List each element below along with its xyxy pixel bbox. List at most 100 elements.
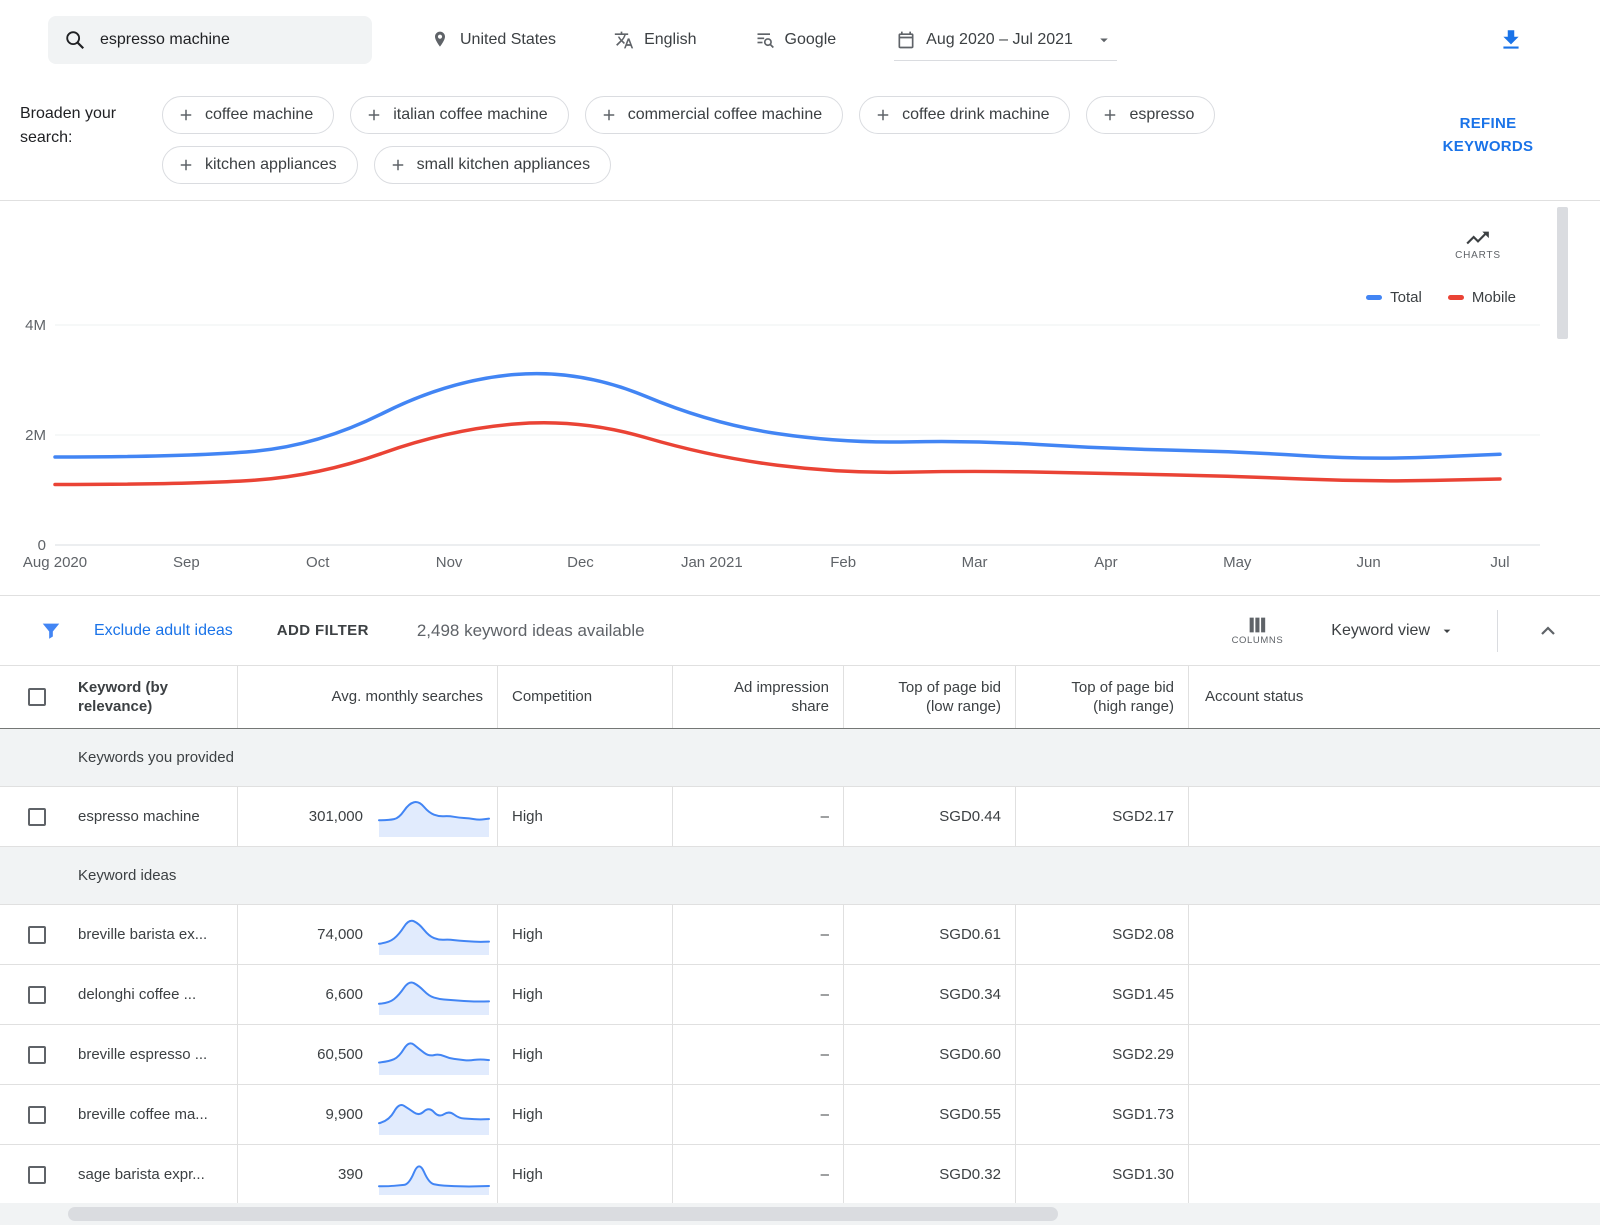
location-label: United States bbox=[460, 31, 556, 49]
table-row[interactable]: sage barista expr...390High–SGD0.32SGD1.… bbox=[0, 1145, 1600, 1205]
table-body: Keywords you providedespresso machine301… bbox=[0, 729, 1600, 1205]
ad-impression-share-cell: – bbox=[672, 1085, 843, 1144]
row-checkbox[interactable] bbox=[28, 1046, 46, 1064]
download-button[interactable] bbox=[1498, 27, 1524, 53]
calendar-icon bbox=[896, 30, 916, 50]
table-row[interactable]: breville coffee ma...9,900High–SGD0.55SG… bbox=[0, 1085, 1600, 1145]
collapse-chevron-button[interactable] bbox=[1536, 619, 1560, 643]
table-row[interactable]: breville barista ex...74,000High–SGD0.61… bbox=[0, 905, 1600, 965]
columns-icon bbox=[1247, 616, 1267, 634]
language-selector[interactable]: English bbox=[614, 30, 696, 50]
avg-searches-cell: 9,900 bbox=[237, 1085, 497, 1144]
add-filter-button[interactable]: ADD FILTER bbox=[277, 622, 369, 639]
searches-sparkline bbox=[375, 973, 493, 1017]
bid-high-cell: SGD2.29 bbox=[1015, 1025, 1188, 1084]
dropdown-arrow-icon bbox=[1439, 623, 1455, 639]
broaden-chip[interactable]: espresso bbox=[1086, 96, 1215, 134]
competition-cell: High bbox=[497, 787, 672, 846]
section-header-row: Keyword ideas bbox=[0, 847, 1600, 905]
charts-toggle[interactable]: CHARTS bbox=[1448, 227, 1508, 261]
broaden-chip[interactable]: italian coffee machine bbox=[350, 96, 568, 134]
row-checkbox[interactable] bbox=[28, 986, 46, 1004]
table-header-row: Keyword (by relevance) Avg. monthly sear… bbox=[0, 665, 1600, 729]
location-selector[interactable]: United States bbox=[430, 30, 556, 50]
broaden-chip[interactable]: coffee drink machine bbox=[859, 96, 1070, 134]
account-status-cell bbox=[1188, 1145, 1600, 1204]
columns-button[interactable]: COLUMNS bbox=[1232, 616, 1284, 646]
competition-cell: High bbox=[497, 1025, 672, 1084]
horizontal-scrollbar-track[interactable] bbox=[0, 1203, 1600, 1225]
broaden-chip[interactable]: coffee machine bbox=[162, 96, 334, 134]
filter-funnel-icon[interactable] bbox=[40, 620, 62, 642]
ad-impression-share-cell: – bbox=[672, 905, 843, 964]
col-avg-monthly-searches[interactable]: Avg. monthly searches bbox=[237, 666, 497, 728]
row-checkbox[interactable] bbox=[28, 1106, 46, 1124]
plus-icon bbox=[365, 106, 383, 124]
avg-searches-cell: 390 bbox=[237, 1145, 497, 1204]
col-top-of-page-bid-low[interactable]: Top of page bid (low range) bbox=[843, 666, 1015, 728]
table-row[interactable]: espresso machine301,000High–SGD0.44SGD2.… bbox=[0, 787, 1600, 847]
account-status-cell bbox=[1188, 1085, 1600, 1144]
account-status-cell bbox=[1188, 787, 1600, 846]
search-icon bbox=[64, 29, 86, 51]
bid-high-cell: SGD1.30 bbox=[1015, 1145, 1188, 1204]
network-selector[interactable]: Google bbox=[755, 30, 837, 50]
chip-label: coffee drink machine bbox=[902, 106, 1049, 124]
horizontal-scrollbar-thumb[interactable] bbox=[68, 1207, 1058, 1221]
table-row[interactable]: breville espresso ...60,500High–SGD0.60S… bbox=[0, 1025, 1600, 1085]
svg-text:Feb: Feb bbox=[830, 554, 856, 571]
date-range-selector[interactable]: Aug 2020 – Jul 2021 bbox=[894, 24, 1117, 61]
select-all-checkbox[interactable] bbox=[28, 688, 46, 706]
keyword-view-dropdown[interactable]: Keyword view bbox=[1331, 622, 1455, 640]
row-checkbox[interactable] bbox=[28, 926, 46, 944]
table-row[interactable]: delonghi coffee ...6,600High–SGD0.34SGD1… bbox=[0, 965, 1600, 1025]
col-keyword[interactable]: Keyword (by relevance) bbox=[64, 666, 237, 728]
ad-impression-share-cell: – bbox=[672, 965, 843, 1024]
account-status-cell bbox=[1188, 965, 1600, 1024]
legend-label: Mobile bbox=[1472, 289, 1516, 306]
top-toolbar: espresso machine United States English G… bbox=[0, 0, 1600, 80]
svg-text:Aug 2020: Aug 2020 bbox=[23, 554, 87, 571]
vertical-scrollbar-thumb[interactable] bbox=[1557, 207, 1568, 339]
search-input[interactable]: espresso machine bbox=[100, 31, 230, 49]
legend-swatch bbox=[1448, 295, 1464, 300]
svg-text:Mar: Mar bbox=[962, 554, 988, 571]
bid-low-cell: SGD0.44 bbox=[843, 787, 1015, 846]
col-ad-impression-share[interactable]: Ad impression share bbox=[672, 666, 843, 728]
location-pin-icon bbox=[430, 30, 450, 50]
searches-sparkline bbox=[375, 913, 493, 957]
trending-chart-icon bbox=[1448, 227, 1508, 247]
col-account-status[interactable]: Account status bbox=[1188, 666, 1600, 728]
row-checkbox[interactable] bbox=[28, 1166, 46, 1184]
legend-item-total[interactable]: Total bbox=[1366, 289, 1422, 306]
chip-label: italian coffee machine bbox=[393, 106, 547, 124]
svg-text:2M: 2M bbox=[25, 427, 46, 444]
refine-keywords-button[interactable]: REFINE KEYWORDS bbox=[1432, 112, 1544, 159]
filter-bar-right: COLUMNS Keyword view bbox=[1232, 610, 1560, 652]
col-competition[interactable]: Competition bbox=[497, 666, 672, 728]
keyword-cell: breville barista ex... bbox=[64, 905, 237, 964]
plus-icon bbox=[177, 106, 195, 124]
ad-impression-share-cell: – bbox=[672, 1145, 843, 1204]
competition-cell: High bbox=[497, 905, 672, 964]
broaden-chip[interactable]: kitchen appliances bbox=[162, 146, 358, 184]
avg-searches-value: 6,600 bbox=[238, 986, 375, 1003]
search-box[interactable]: espresso machine bbox=[48, 16, 372, 64]
broaden-chip[interactable]: commercial coffee machine bbox=[585, 96, 843, 134]
col-top-of-page-bid-high[interactable]: Top of page bid (high range) bbox=[1015, 666, 1188, 728]
section-header-row: Keywords you provided bbox=[0, 729, 1600, 787]
row-checkbox[interactable] bbox=[28, 808, 46, 826]
keyword-view-label: Keyword view bbox=[1331, 622, 1430, 640]
bid-low-cell: SGD0.55 bbox=[843, 1085, 1015, 1144]
date-range-label: Aug 2020 – Jul 2021 bbox=[926, 31, 1073, 49]
chip-label: espresso bbox=[1129, 106, 1194, 124]
legend-item-mobile[interactable]: Mobile bbox=[1448, 289, 1516, 306]
bid-high-cell: SGD1.45 bbox=[1015, 965, 1188, 1024]
exclude-adult-ideas-link[interactable]: Exclude adult ideas bbox=[94, 622, 233, 640]
broaden-chip[interactable]: small kitchen appliances bbox=[374, 146, 611, 184]
svg-text:Dec: Dec bbox=[567, 554, 594, 571]
network-label: Google bbox=[785, 31, 837, 49]
avg-searches-value: 9,900 bbox=[238, 1106, 375, 1123]
bid-low-cell: SGD0.32 bbox=[843, 1145, 1015, 1204]
chart-legend: Total Mobile bbox=[1366, 289, 1516, 306]
